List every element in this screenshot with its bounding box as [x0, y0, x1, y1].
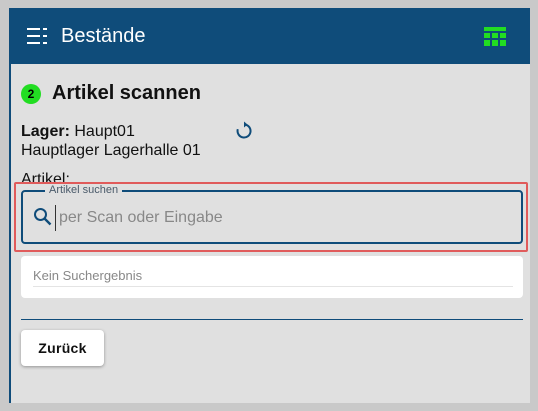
artikel-search-input[interactable]: [55, 205, 516, 231]
search-results-card: Kein Suchergebnis: [21, 256, 523, 298]
menu-list-icon[interactable]: [27, 27, 49, 45]
artikel-search-field[interactable]: Artikel suchen: [21, 184, 523, 244]
lager-label: Lager:: [21, 123, 70, 140]
lager-name: Hauptlager Lagerhalle 01: [21, 142, 201, 159]
results-divider: [33, 286, 513, 287]
step-title: Artikel scannen: [52, 82, 201, 104]
app-bar: Bestände: [11, 8, 530, 64]
table-icon[interactable]: [484, 27, 506, 46]
step-number-badge: 2: [21, 84, 41, 104]
search-field-legend: Artikel suchen: [45, 184, 123, 196]
app-window: Bestände 2 Artikel scannen Lager: Haupt0…: [9, 8, 530, 403]
refresh-icon[interactable]: [234, 121, 254, 141]
section-divider: [21, 319, 523, 320]
back-button[interactable]: Zurück: [21, 330, 104, 366]
search-icon: [33, 207, 53, 227]
lager-code: Haupt01: [74, 123, 135, 140]
page-title: Bestände: [61, 25, 146, 47]
lager-info: Lager: Haupt01: [21, 123, 135, 141]
no-result-text: Kein Suchergebnis: [33, 268, 143, 283]
